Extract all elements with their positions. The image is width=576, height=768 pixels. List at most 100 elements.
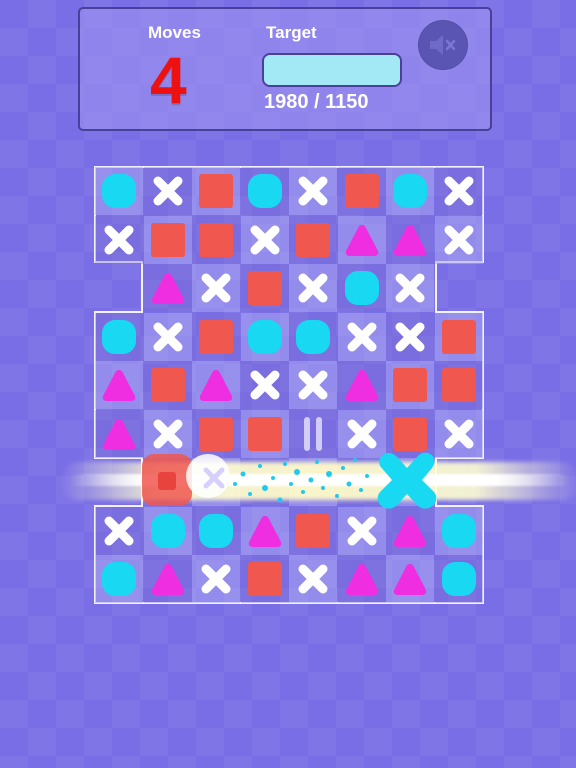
triangle-piece[interactable] [392, 513, 428, 549]
cross-piece[interactable] [101, 513, 137, 549]
board-cell[interactable] [143, 555, 192, 603]
cross-piece[interactable] [441, 416, 477, 452]
cross-piece[interactable] [295, 561, 331, 597]
board-cell[interactable] [337, 264, 386, 312]
cross-piece[interactable] [247, 367, 283, 403]
board-cell[interactable] [143, 264, 192, 312]
square-piece[interactable] [198, 173, 234, 209]
board-cell[interactable] [192, 312, 240, 361]
board-cell[interactable] [192, 215, 240, 264]
board-cell[interactable] [95, 167, 143, 215]
triangle-piece[interactable] [150, 270, 186, 306]
circle-piece[interactable] [198, 513, 234, 549]
square-piece[interactable] [441, 319, 477, 355]
cross-piece[interactable] [198, 270, 234, 306]
board-cell[interactable] [434, 361, 483, 409]
board-cell[interactable] [434, 555, 483, 603]
board-cell[interactable] [337, 167, 386, 215]
cross-piece[interactable] [247, 222, 283, 258]
square-piece[interactable] [150, 222, 186, 258]
square-piece[interactable] [392, 367, 428, 403]
cross-piece[interactable] [101, 222, 137, 258]
cross-piece[interactable] [295, 173, 331, 209]
board-cell[interactable] [240, 264, 289, 312]
triangle-piece[interactable] [101, 367, 137, 403]
circle-piece[interactable] [101, 173, 137, 209]
circle-piece[interactable] [150, 513, 186, 549]
circle-piece[interactable] [247, 173, 283, 209]
triangle-piece[interactable] [198, 367, 234, 403]
cross-piece[interactable] [441, 222, 477, 258]
circle-piece[interactable] [295, 319, 331, 355]
triangle-piece[interactable] [392, 222, 428, 258]
cross-piece[interactable] [295, 270, 331, 306]
cross-piece[interactable] [344, 319, 380, 355]
circle-piece[interactable] [101, 561, 137, 597]
board-cell[interactable] [143, 312, 192, 361]
board-cell[interactable] [192, 361, 240, 409]
board-cell[interactable] [240, 555, 289, 603]
triangle-piece[interactable] [247, 513, 283, 549]
board-cell[interactable] [386, 555, 434, 603]
board-cell[interactable] [95, 215, 143, 264]
mute-button[interactable] [418, 20, 468, 70]
board-cell[interactable] [289, 555, 337, 603]
triangle-piece[interactable] [344, 561, 380, 597]
board-cell[interactable] [240, 215, 289, 264]
circle-piece[interactable] [441, 561, 477, 597]
board-cell[interactable] [192, 264, 240, 312]
triangle-piece[interactable] [150, 561, 186, 597]
board-cell[interactable] [95, 555, 143, 603]
cross-piece[interactable] [392, 270, 428, 306]
square-piece[interactable] [247, 561, 283, 597]
cross-piece[interactable] [441, 173, 477, 209]
cross-piece[interactable] [344, 513, 380, 549]
board-cell[interactable] [289, 312, 337, 361]
cross-piece[interactable] [150, 319, 186, 355]
square-piece[interactable] [150, 367, 186, 403]
board-cell[interactable] [434, 215, 483, 264]
cross-piece[interactable] [295, 367, 331, 403]
board-cell[interactable] [337, 555, 386, 603]
circle-piece[interactable] [441, 513, 477, 549]
board-cell[interactable] [289, 264, 337, 312]
triangle-piece[interactable] [392, 561, 428, 597]
board-cell[interactable] [289, 215, 337, 264]
board-cell[interactable] [143, 167, 192, 215]
board-cell[interactable] [289, 167, 337, 215]
circle-piece[interactable] [247, 319, 283, 355]
board-cell[interactable] [434, 312, 483, 361]
square-piece[interactable] [344, 173, 380, 209]
square-piece[interactable] [295, 222, 331, 258]
triangle-piece[interactable] [344, 367, 380, 403]
circle-piece[interactable] [344, 270, 380, 306]
board-cell[interactable] [192, 555, 240, 603]
circle-piece[interactable] [392, 173, 428, 209]
board-cell[interactable] [240, 361, 289, 409]
square-piece[interactable] [441, 367, 477, 403]
board-cell[interactable] [386, 361, 434, 409]
board-cell[interactable] [240, 312, 289, 361]
square-piece[interactable] [198, 222, 234, 258]
board-cell[interactable] [289, 361, 337, 409]
board-cell[interactable] [143, 361, 192, 409]
cross-piece[interactable] [198, 561, 234, 597]
cross-piece[interactable] [392, 319, 428, 355]
board-cell[interactable] [192, 167, 240, 215]
board-cell[interactable] [337, 215, 386, 264]
triangle-piece[interactable] [344, 222, 380, 258]
board-cell[interactable] [386, 167, 434, 215]
board-cell[interactable] [240, 167, 289, 215]
cross-piece[interactable] [150, 173, 186, 209]
board-cell[interactable] [95, 361, 143, 409]
circle-piece[interactable] [101, 319, 137, 355]
board-cell[interactable] [143, 215, 192, 264]
square-piece[interactable] [198, 319, 234, 355]
square-piece[interactable] [295, 513, 331, 549]
board-cell[interactable] [386, 264, 434, 312]
board-cell[interactable] [95, 312, 143, 361]
board-cell[interactable] [386, 312, 434, 361]
square-piece[interactable] [247, 270, 283, 306]
board-cell[interactable] [386, 215, 434, 264]
board-cell[interactable] [337, 361, 386, 409]
